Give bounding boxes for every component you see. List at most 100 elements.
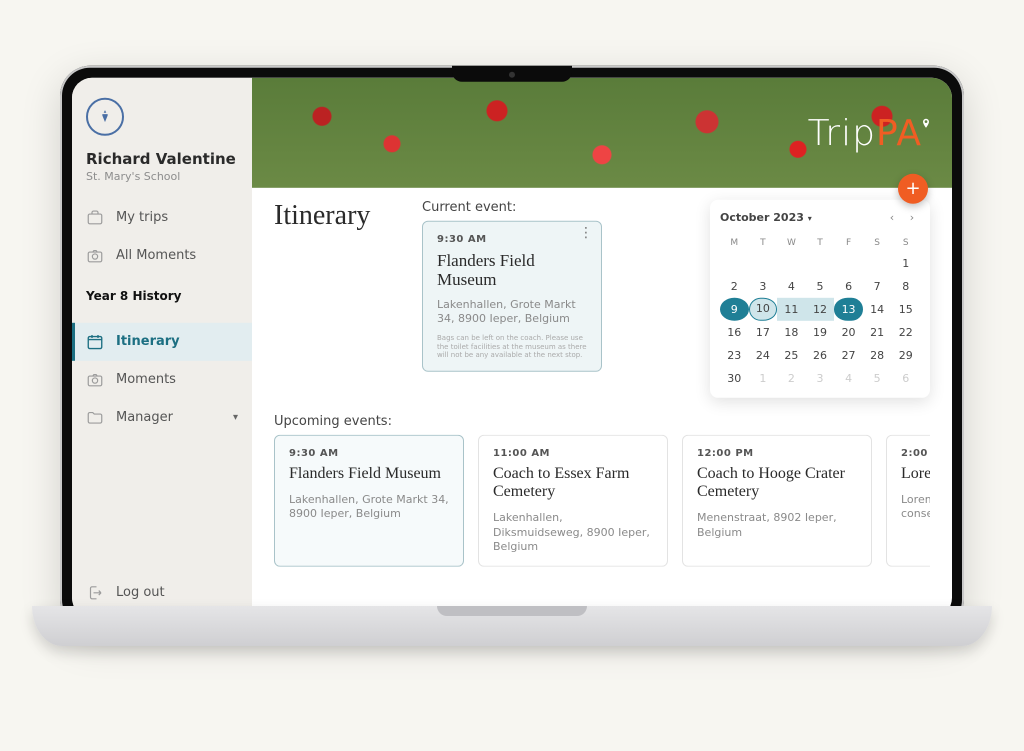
- camera-icon: [86, 370, 104, 388]
- nav-label: All Moments: [116, 248, 196, 263]
- calendar-dow: F: [834, 233, 863, 251]
- nav-moments[interactable]: Moments: [72, 360, 252, 398]
- calendar-day[interactable]: 7: [863, 274, 892, 297]
- calendar-day[interactable]: 21: [863, 320, 892, 343]
- calendar-month[interactable]: October 2023 ▾: [720, 211, 880, 224]
- current-event-card[interactable]: ⋮ 9:30 AM Flanders Field Museum Lakenhal…: [422, 220, 602, 372]
- calendar-day[interactable]: 20: [834, 320, 863, 343]
- event-title: Coach to Hooge Crater Cemetery: [697, 464, 857, 501]
- event-time: 9:30 AM: [437, 233, 587, 244]
- upcoming-event-card[interactable]: 12:00 PM Coach to Hooge Crater Cemetery Me…: [682, 434, 872, 567]
- add-button[interactable]: +: [898, 173, 928, 203]
- calendar-dow: T: [749, 233, 778, 251]
- calendar-day[interactable]: 12: [806, 297, 835, 320]
- calendar-day[interactable]: 4: [777, 274, 806, 297]
- event-address: Lorem ipsum dolor sit amet, consectetur: [901, 493, 930, 522]
- nav-label: Moments: [116, 372, 176, 387]
- calendar-day[interactable]: 16: [720, 320, 749, 343]
- upcoming-event-card[interactable]: 2:00 PM Lorem Lorem ipsum dolor sit amet, …: [886, 434, 930, 567]
- calendar-day[interactable]: 19: [806, 320, 835, 343]
- card-menu-icon[interactable]: ⋮: [579, 229, 593, 236]
- nav-section-trip: Year 8 History: [72, 274, 252, 308]
- calendar-day[interactable]: 22: [891, 320, 920, 343]
- user-school: St. Mary's School: [86, 169, 238, 182]
- event-time: 2:00 PM: [901, 447, 930, 458]
- calendar-day[interactable]: 26: [806, 343, 835, 366]
- calendar-day[interactable]: 24: [749, 343, 778, 366]
- calendar-day[interactable]: 28: [863, 343, 892, 366]
- school-logo: [86, 97, 124, 135]
- briefcase-icon: [86, 208, 104, 226]
- calendar-day[interactable]: 27: [834, 343, 863, 366]
- calendar-day[interactable]: 23: [720, 343, 749, 366]
- calendar-day[interactable]: 5: [806, 274, 835, 297]
- calendar-dow: W: [777, 233, 806, 251]
- calendar-prev[interactable]: ‹: [884, 209, 900, 225]
- calendar-dow: M: [720, 233, 749, 251]
- calendar-day[interactable]: 25: [777, 343, 806, 366]
- event-address: Lakenhallen, Diksmuidseweg, 8900 Ieper, …: [493, 511, 653, 554]
- event-title: Lorem: [901, 464, 930, 482]
- nav-label: Itinerary: [116, 334, 180, 349]
- event-note: Bags can be left on the coach. Please us…: [437, 334, 587, 359]
- pin-icon: [920, 99, 932, 140]
- calendar-day[interactable]: 4: [834, 366, 863, 389]
- calendar-day[interactable]: 2: [777, 366, 806, 389]
- calendar-day[interactable]: 1: [891, 251, 920, 274]
- calendar-day[interactable]: 11: [777, 297, 806, 320]
- calendar-day[interactable]: 2: [720, 274, 749, 297]
- calendar-day[interactable]: 15: [891, 297, 920, 320]
- camera-icon: [86, 246, 104, 264]
- calendar-day[interactable]: 6: [834, 274, 863, 297]
- upcoming-event-card[interactable]: 9:30 AM Flanders Field Museum Lakenhallen,…: [274, 434, 464, 567]
- user-block: Richard Valentine St. Mary's School: [72, 149, 252, 184]
- event-time: 12:00 PM: [697, 447, 857, 458]
- nav-label: Log out: [116, 585, 165, 600]
- calendar-day[interactable]: 13: [834, 297, 863, 320]
- calendar-day[interactable]: 5: [863, 366, 892, 389]
- calendar-day[interactable]: 1: [749, 366, 778, 389]
- calendar-day[interactable]: 9: [720, 297, 749, 320]
- upcoming-event-card[interactable]: 11:00 AMCoach to Essex Farm CemeteryLake…: [478, 434, 668, 567]
- event-time: 9:30 AM: [289, 447, 449, 458]
- nav-manager[interactable]: Manager ▾: [72, 398, 252, 436]
- event-address: Lakenhallen, Grote Markt 34, 8900 Ieper,…: [289, 493, 449, 522]
- main: TripPA + Itinerary Current event:: [252, 77, 952, 617]
- page-title: Itinerary: [274, 199, 404, 231]
- calendar-day[interactable]: 30: [720, 366, 749, 389]
- event-time: 11:00 AM: [493, 447, 653, 458]
- calendar-next[interactable]: ›: [904, 209, 920, 225]
- sidebar: Richard Valentine St. Mary's School My t…: [72, 77, 252, 617]
- nav-itinerary[interactable]: Itinerary: [72, 322, 252, 360]
- event-title: Flanders Field Museum: [289, 464, 449, 482]
- calendar-day: [834, 251, 863, 274]
- current-event-label: Current event:: [422, 199, 602, 214]
- calendar-day[interactable]: 14: [863, 297, 892, 320]
- logout-icon: [86, 583, 104, 601]
- calendar-dow: T: [806, 233, 835, 251]
- calendar-day: [863, 251, 892, 274]
- calendar-day[interactable]: 29: [891, 343, 920, 366]
- event-address: Lakenhallen, Grote Markt 34, 8900 Ieper,…: [437, 297, 587, 326]
- chevron-down-icon: ▾: [808, 214, 812, 223]
- calendar-day[interactable]: 17: [749, 320, 778, 343]
- calendar-day: [806, 251, 835, 274]
- calendar-day: [720, 251, 749, 274]
- folder-icon: [86, 408, 104, 426]
- calendar-icon: [86, 332, 104, 350]
- brand-logo: TripPA: [808, 99, 932, 153]
- calendar-day[interactable]: 18: [777, 320, 806, 343]
- calendar-day[interactable]: 3: [806, 366, 835, 389]
- calendar-day[interactable]: 8: [891, 274, 920, 297]
- calendar-day: [777, 251, 806, 274]
- calendar-day[interactable]: 10: [749, 297, 778, 320]
- nav-all-moments[interactable]: All Moments: [72, 236, 252, 274]
- nav-label: My trips: [116, 210, 168, 225]
- event-address: Menenstraat, 8902 Ieper, Belgium: [697, 511, 857, 540]
- calendar-day[interactable]: 3: [749, 274, 778, 297]
- event-title: Flanders Field Museum: [437, 250, 587, 289]
- calendar-dow: S: [863, 233, 892, 251]
- brand-part2: PA: [876, 112, 922, 153]
- nav-my-trips[interactable]: My trips: [72, 198, 252, 236]
- calendar-day[interactable]: 6: [891, 366, 920, 389]
